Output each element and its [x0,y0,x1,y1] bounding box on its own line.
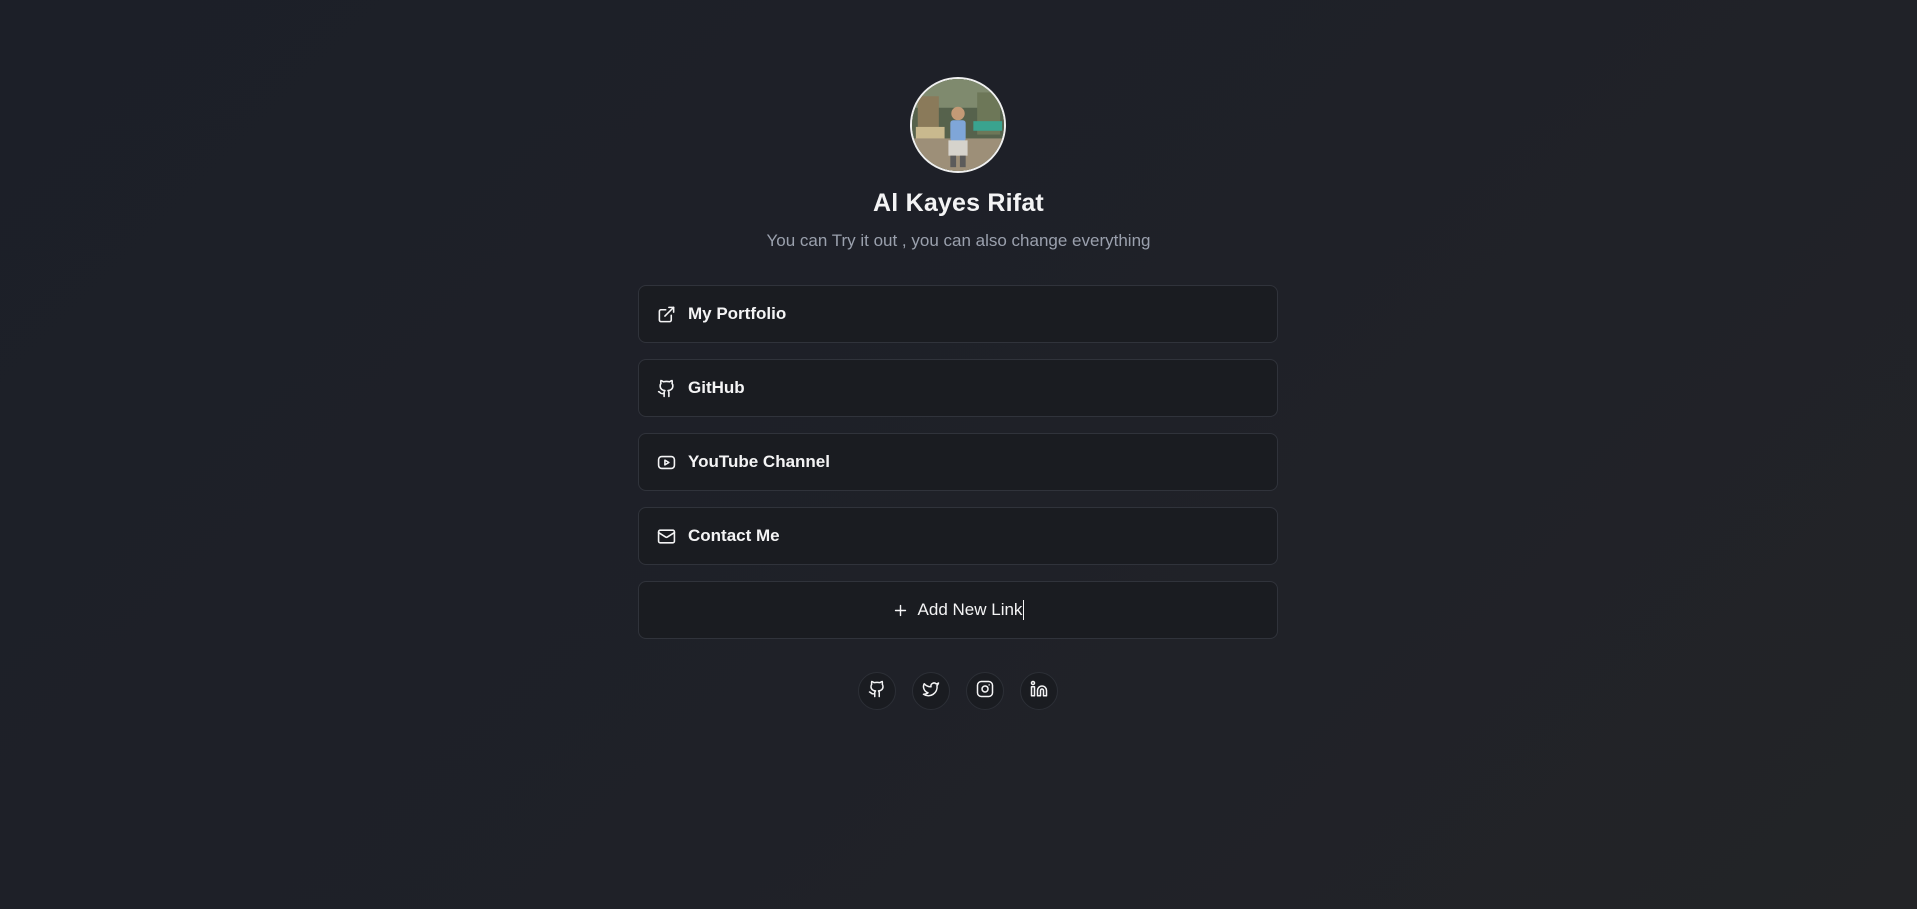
link-label: Contact Me [688,526,780,545]
link-label: GitHub [688,378,745,397]
text-cursor [1023,600,1025,620]
social-icons-row [858,672,1058,710]
profile-bio: You can Try it out , you can also change… [766,231,1151,250]
link-contact[interactable]: Contact Me [638,507,1278,565]
social-linkedin-button[interactable] [1020,672,1058,710]
plus-icon [892,601,910,619]
link-github[interactable]: GitHub [638,359,1278,417]
link-youtube[interactable]: YouTube Channel [638,433,1278,491]
instagram-icon [976,680,994,703]
social-instagram-button[interactable] [966,672,1004,710]
avatar [910,77,1006,173]
youtube-icon [656,452,676,472]
link-portfolio[interactable]: My Portfolio [638,285,1278,343]
add-link-label: Add New Link [917,600,1023,619]
avatar-photo [912,79,1004,171]
profile-name: Al Kayes Rifat [873,189,1044,217]
link-label: YouTube Channel [688,452,830,471]
github-icon [656,378,676,398]
mail-icon [656,526,676,546]
github-icon [868,680,886,703]
social-twitter-button[interactable] [912,672,950,710]
twitter-icon [922,680,940,703]
social-github-button[interactable] [858,672,896,710]
external-link-icon [656,304,676,324]
links-list: My Portfolio GitHub YouTube Channel Cont… [638,285,1278,639]
linkedin-icon [1030,680,1048,703]
add-new-link-button[interactable]: Add New Link [638,581,1278,639]
link-label: My Portfolio [688,304,787,323]
